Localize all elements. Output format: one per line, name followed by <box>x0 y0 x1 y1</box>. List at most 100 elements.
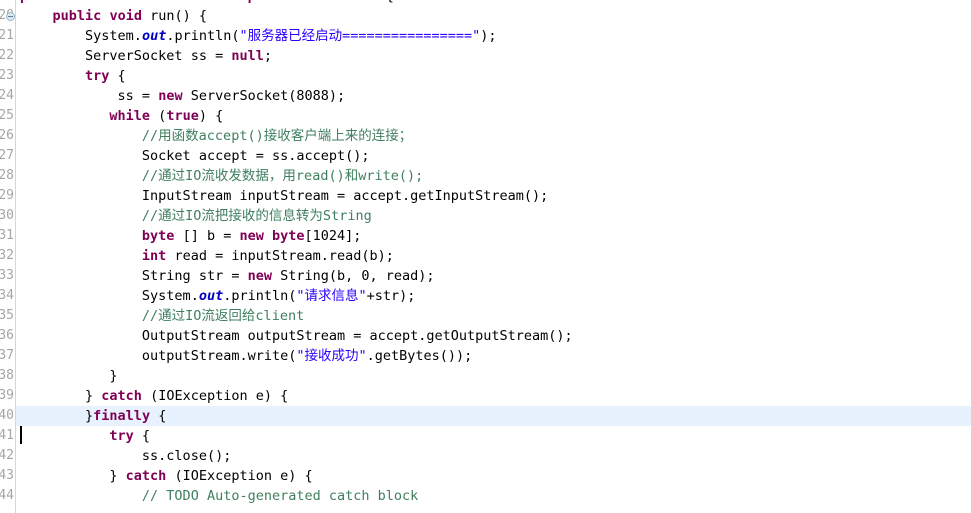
gutter-row[interactable]: 34 <box>0 286 16 306</box>
code-line[interactable]: // TODO Auto-generated catch block <box>16 486 971 506</box>
gutter-row[interactable]: 35 <box>0 306 16 326</box>
code-token-plain: String str = <box>141 268 248 284</box>
line-number: 38 <box>0 368 14 383</box>
code-token-kw: try <box>85 68 110 84</box>
code-line[interactable]: //通过IO流把接收的信息转为String <box>16 206 971 226</box>
code-token-cmt: //用函数accept()接收客户端上来的连接； <box>141 128 413 144</box>
code-token-kw: public <box>52 8 102 24</box>
line-number: 30 <box>0 208 14 223</box>
code-token-plain: } <box>109 368 118 384</box>
gutter-row[interactable]: 31 <box>0 226 16 246</box>
line-number: 25 <box>0 108 14 123</box>
code-line[interactable]: OutputStream outputStream = accept.getOu… <box>16 326 971 346</box>
code-line[interactable]: Socket accept = ss.accept(); <box>16 146 971 166</box>
code-line[interactable]: String str = new String(b, 0, read); <box>16 266 971 286</box>
code-token-str: "接收成功" <box>296 348 367 364</box>
line-number: 27 <box>0 148 14 163</box>
override-implements-icon[interactable] <box>6 12 15 21</box>
code-token-plain: } <box>85 408 94 424</box>
gutter-row[interactable]: 43 <box>0 466 16 486</box>
gutter-row[interactable]: 29 <box>0 186 16 206</box>
code-token-plain: ServerSocket(8088); <box>182 88 346 104</box>
code-token-plain: InputStream inputStream = accept.getInpu… <box>141 188 549 204</box>
code-line[interactable]: } catch (IOException e) { <box>16 386 971 406</box>
code-line[interactable]: ServerSocket ss = null; <box>16 46 971 66</box>
code-line[interactable]: try { <box>16 66 971 86</box>
gutter-row[interactable]: 38 <box>0 366 16 386</box>
code-line[interactable]: System.out.println("服务器已经启动=============… <box>16 26 971 46</box>
line-number: 23 <box>0 68 14 83</box>
code-token-str: "服务器已经启动================" <box>239 28 481 44</box>
line-number: 34 <box>0 288 14 303</box>
code-line[interactable]: outputStream.write("接收成功".getBytes()); <box>16 346 971 366</box>
gutter-row[interactable]: 40 <box>0 406 16 426</box>
gutter-row[interactable]: 39 <box>0 386 16 406</box>
code-token-plain: read = inputStream.read(b); <box>166 248 394 264</box>
line-number-gutter[interactable]: 1920212223242526272829303132333435363738… <box>0 0 16 513</box>
gutter-row[interactable]: 33 <box>0 266 16 286</box>
code-token-plain: ServerSocket ss = <box>85 48 232 64</box>
gutter-row[interactable]: 41 <box>0 426 16 446</box>
code-line[interactable]: ss.close(); <box>16 446 971 466</box>
line-number: 24 <box>0 88 14 103</box>
gutter-row[interactable]: 42 <box>0 446 16 466</box>
line-number: 22 <box>0 48 14 63</box>
code-line[interactable]: System.out.println("请求信息"+str); <box>16 286 971 306</box>
gutter-row[interactable]: 26 <box>0 126 16 146</box>
code-token-plain: } <box>109 468 126 484</box>
gutter-row[interactable]: 28 <box>0 166 16 186</box>
gutter-row[interactable]: 20 <box>0 6 16 26</box>
code-token-kw: new <box>247 268 272 284</box>
code-line-current[interactable]: }finally { <box>16 406 971 426</box>
gutter-row[interactable]: 23 <box>0 66 16 86</box>
code-line[interactable]: byte [] b = new byte[1024]; <box>16 226 971 246</box>
gutter-row[interactable]: 27 <box>0 146 16 166</box>
line-number: 33 <box>0 268 14 283</box>
code-token-plain: System. <box>141 288 199 304</box>
code-line[interactable]: //用函数accept()接收客户端上来的连接； <box>16 126 971 146</box>
gutter-row[interactable]: 21 <box>0 26 16 46</box>
code-line[interactable]: while (true) { <box>16 106 971 126</box>
code-line[interactable]: //通过IO流返回给client <box>16 306 971 326</box>
code-token-plain: (IOException e) { <box>166 468 313 484</box>
code-token-plain: System. <box>85 28 142 44</box>
code-token-kw: new <box>239 228 264 244</box>
line-number: 31 <box>0 228 14 243</box>
gutter-row[interactable]: 24 <box>0 86 16 106</box>
code-token-cmt: // TODO Auto-generated catch block <box>141 488 419 504</box>
code-token-kw: try <box>109 428 134 444</box>
code-line[interactable]: ss = new ServerSocket(8088); <box>16 86 971 106</box>
line-number: 43 <box>0 468 14 483</box>
gutter-row[interactable]: 37 <box>0 346 16 366</box>
code-line[interactable]: } <box>16 366 971 386</box>
code-line[interactable]: public void run() { <box>16 6 971 26</box>
code-line[interactable]: //通过IO流收发数据，用read()和write(); <box>16 166 971 186</box>
code-line[interactable]: InputStream inputStream = accept.getInpu… <box>16 186 971 206</box>
code-token-plain: String(b, 0, read); <box>271 268 435 284</box>
code-token-plain: ServerThread <box>118 0 232 4</box>
code-text-area[interactable]: public class ServerThread implements Run… <box>16 0 971 513</box>
code-token-plain: } <box>85 388 102 404</box>
gutter-row[interactable]: 25 <box>0 106 16 126</box>
gutter-row[interactable]: 44 <box>0 486 16 506</box>
gutter-row[interactable]: 30 <box>0 206 16 226</box>
gutter-row[interactable]: 36 <box>0 326 16 346</box>
gutter-row[interactable]: 22 <box>0 46 16 66</box>
code-line[interactable]: try { <box>16 426 971 446</box>
code-token-plain: ); <box>480 28 497 44</box>
code-editor[interactable]: 1920212223242526272829303132333435363738… <box>0 0 971 513</box>
gutter-row[interactable]: 32 <box>0 246 16 266</box>
code-line[interactable]: int read = inputStream.read(b); <box>16 246 971 266</box>
code-line[interactable]: } catch (IOException e) { <box>16 466 971 486</box>
